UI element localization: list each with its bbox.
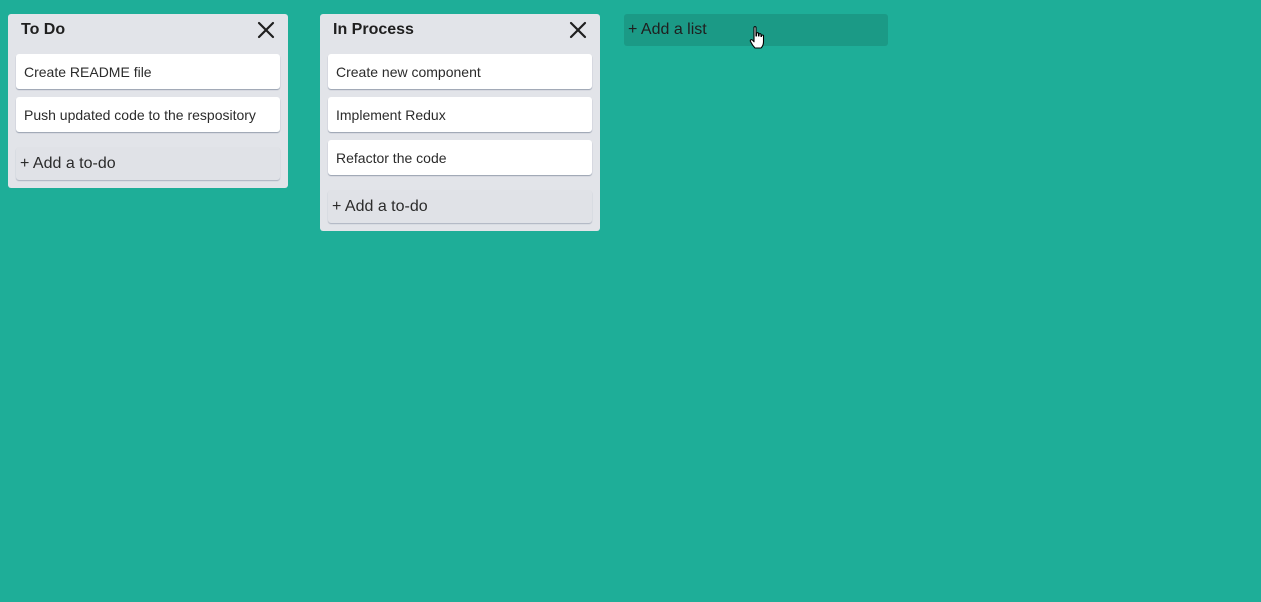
todo-card[interactable]: Push updated code to the respository [16,97,280,132]
list-title: To Do [21,21,66,38]
todo-card[interactable]: Create README file [16,54,280,89]
list-to-do: To Do Create README file Push updated co… [8,14,288,188]
todo-card[interactable]: Create new component [328,54,592,89]
hand-pointer-icon [748,25,768,51]
todo-card[interactable]: Refactor the code [328,140,592,175]
list-in-process: In Process Create new component Implemen… [320,14,600,231]
todo-card[interactable]: Implement Redux [328,97,592,132]
close-icon[interactable] [568,20,588,40]
add-todo-button[interactable]: + Add a to-do [16,147,280,180]
list-title: In Process [333,21,414,38]
list-header: To Do [16,14,280,46]
add-todo-button[interactable]: + Add a to-do [328,190,592,223]
list-header: In Process [328,14,592,46]
board: To Do Create README file Push updated co… [0,0,1261,602]
close-icon[interactable] [256,20,276,40]
